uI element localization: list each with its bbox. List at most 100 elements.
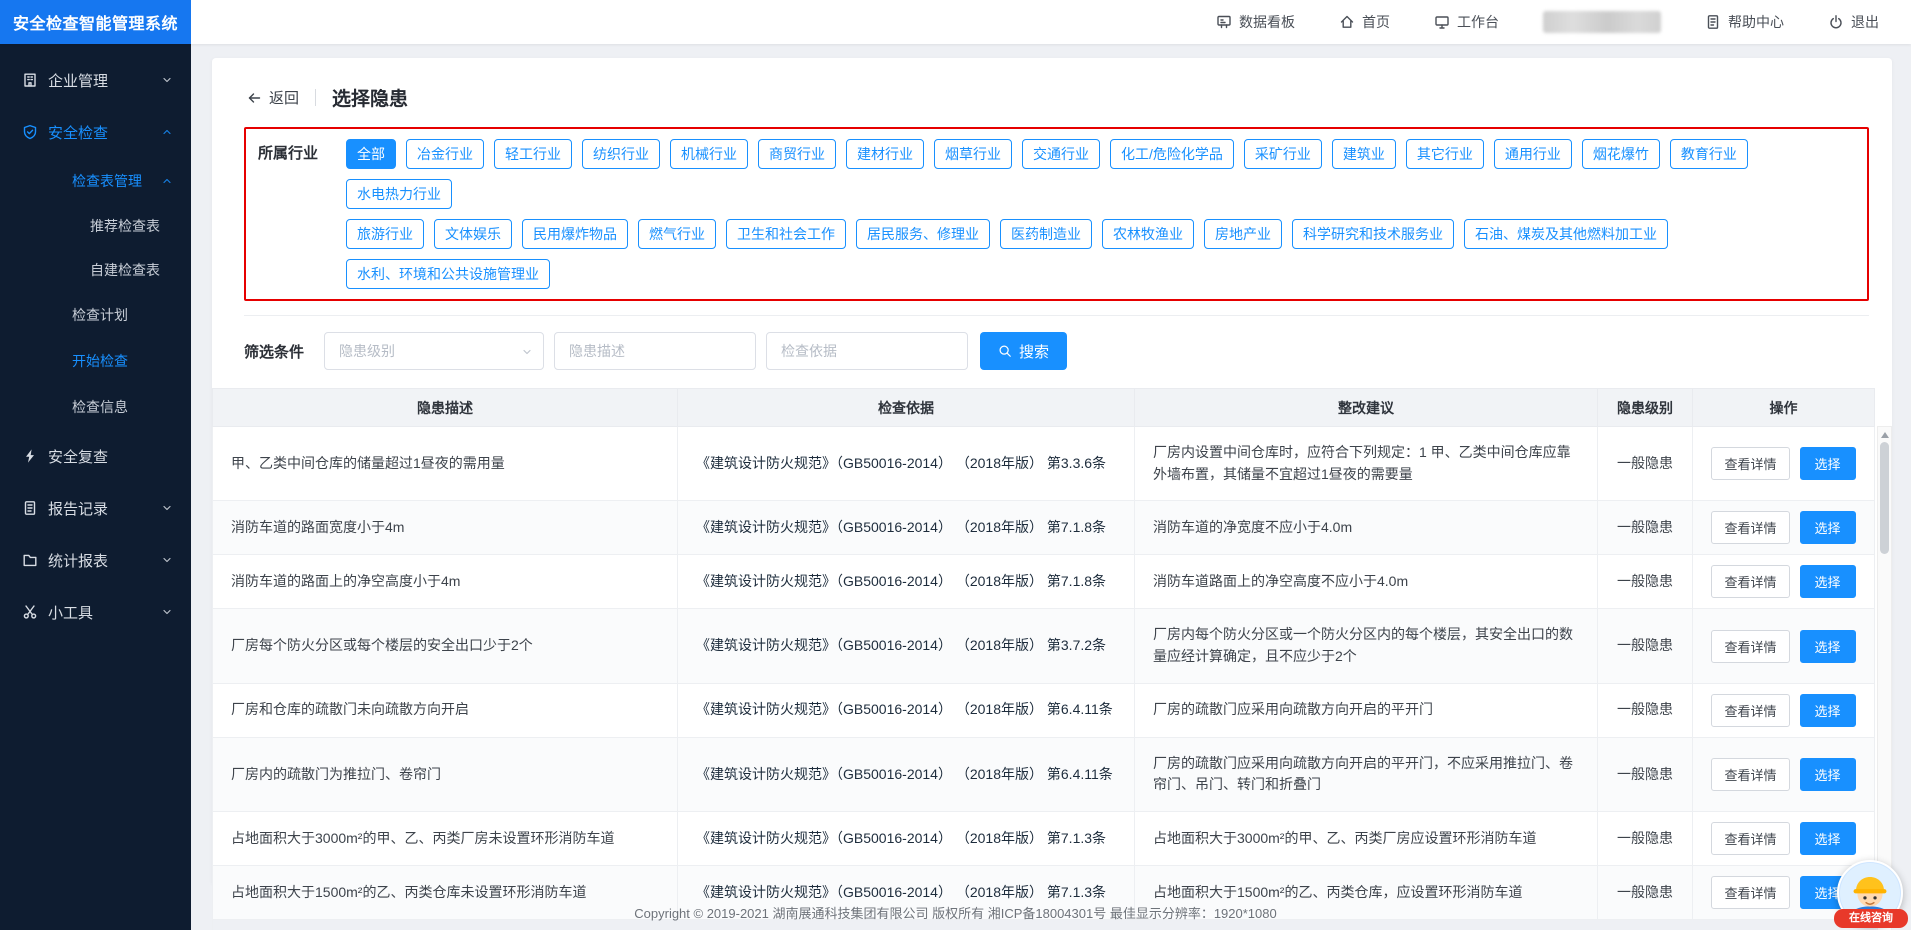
nav-workbench[interactable]: 工作台 bbox=[1434, 12, 1499, 32]
hazard-table-head-row: 隐患描述检查依据整改建议隐患级别操作 bbox=[213, 389, 1875, 427]
industry-filter-button[interactable]: 房地产业 bbox=[1204, 219, 1282, 249]
industry-filter-button[interactable]: 旅游行业 bbox=[346, 219, 424, 249]
help-icon bbox=[1705, 14, 1721, 30]
sidebar-item-check-info[interactable]: 检查信息 bbox=[0, 384, 191, 430]
username-redacted bbox=[1543, 11, 1661, 33]
sidebar-item-safety-check[interactable]: 安全检查 bbox=[0, 106, 191, 158]
check-basis-cell: 《建筑设计防火规范》（GB50016-2014） （2018年版） 第6.4.1… bbox=[678, 683, 1135, 737]
actions-cell: 查看详情选择 bbox=[1693, 737, 1875, 811]
scissors-icon bbox=[22, 604, 38, 620]
nav-logout[interactable]: 退出 bbox=[1828, 12, 1879, 32]
industry-filter-button[interactable]: 其它行业 bbox=[1406, 139, 1484, 169]
check-basis-cell: 《建筑设计防火规范》（GB50016-2014） （2018年版） 第7.1.8… bbox=[678, 501, 1135, 555]
industry-filter-button[interactable]: 化工/危险化学品 bbox=[1110, 139, 1234, 169]
view-details-button[interactable]: 查看详情 bbox=[1711, 758, 1789, 791]
industry-filter-button[interactable]: 烟草行业 bbox=[934, 139, 1012, 169]
industry-filter-button[interactable]: 采矿行业 bbox=[1244, 139, 1322, 169]
suggestion-cell: 厂房内每个防火分区或一个防火分区内的每个楼层，其安全出口的数量应经计算确定，且不… bbox=[1135, 609, 1598, 683]
sidebar-item-report-record[interactable]: 报告记录 bbox=[0, 482, 191, 534]
view-details-button[interactable]: 查看详情 bbox=[1711, 511, 1789, 544]
sidebar-item-check-plan[interactable]: 检查计划 bbox=[0, 292, 191, 338]
hazard-table-area: 隐患描述检查依据整改建议隐患级别操作 甲、乙类中间仓库的储量超过1昼夜的需用量《… bbox=[212, 388, 1892, 930]
view-details-button[interactable]: 查看详情 bbox=[1711, 822, 1789, 855]
industry-filter-button[interactable]: 交通行业 bbox=[1022, 139, 1100, 169]
industry-filter-button[interactable]: 医药制造业 bbox=[1000, 219, 1092, 249]
header-divider bbox=[315, 89, 316, 106]
sidebar-item-start-check[interactable]: 开始检查 bbox=[0, 338, 191, 384]
workbench-icon bbox=[1434, 14, 1450, 30]
online-chat-widget[interactable]: 在线咨询 bbox=[1837, 860, 1905, 928]
select-button[interactable]: 选择 bbox=[1800, 630, 1856, 663]
sidebar-item-enterprise[interactable]: 企业管理 bbox=[0, 54, 191, 106]
check-basis-input[interactable] bbox=[766, 332, 968, 370]
industry-filter-button[interactable]: 石油、煤炭及其他燃料加工业 bbox=[1464, 219, 1668, 249]
industry-filter-button[interactable]: 文体娱乐 bbox=[434, 219, 512, 249]
suggestion-cell: 消防车道路面上的净空高度不应小于4.0m bbox=[1135, 555, 1598, 609]
hazard-level-select[interactable]: 隐患级别 bbox=[324, 332, 544, 370]
top-header: 安全检查智能管理系统 数据看板 首页 工作台 帮助中心 退出 bbox=[0, 0, 1911, 44]
sidebar-item-tools[interactable]: 小工具 bbox=[0, 586, 191, 638]
industry-filter-button[interactable]: 全部 bbox=[346, 139, 396, 169]
industry-filter-button[interactable]: 科学研究和技术服务业 bbox=[1292, 219, 1454, 249]
actions-cell: 查看详情选择 bbox=[1693, 427, 1875, 501]
industry-label: 所属行业 bbox=[258, 139, 346, 169]
industry-filter-button[interactable]: 燃气行业 bbox=[638, 219, 716, 249]
industry-filter-button[interactable]: 通用行业 bbox=[1494, 139, 1572, 169]
search-button[interactable]: 搜索 bbox=[980, 332, 1067, 370]
hazard-desc-cell: 占地面积大于3000m²的甲、乙、丙类厂房未设置环形消防车道 bbox=[213, 812, 678, 866]
folder-icon bbox=[22, 552, 38, 568]
industry-filter-button[interactable]: 建筑业 bbox=[1332, 139, 1396, 169]
table-scrollbar[interactable] bbox=[1877, 426, 1892, 930]
select-button[interactable]: 选择 bbox=[1800, 822, 1856, 855]
view-details-button[interactable]: 查看详情 bbox=[1711, 694, 1789, 727]
column-header: 隐患描述 bbox=[213, 389, 678, 427]
scroll-up-arrow-icon[interactable] bbox=[1881, 432, 1889, 438]
nav-help-center[interactable]: 帮助中心 bbox=[1705, 12, 1784, 32]
industry-filter-button[interactable]: 商贸行业 bbox=[758, 139, 836, 169]
sidebar-item-label: 推荐检查表 bbox=[90, 216, 160, 236]
industry-filter-button[interactable]: 冶金行业 bbox=[406, 139, 484, 169]
industry-filter-button[interactable]: 农林牧渔业 bbox=[1102, 219, 1194, 249]
home-icon bbox=[1339, 14, 1355, 30]
nav-label: 退出 bbox=[1851, 12, 1879, 32]
nav-data-dashboard[interactable]: 数据看板 bbox=[1216, 12, 1295, 32]
actions-cell: 查看详情选择 bbox=[1693, 555, 1875, 609]
sidebar-item-stats-report[interactable]: 统计报表 bbox=[0, 534, 191, 586]
view-details-button[interactable]: 查看详情 bbox=[1711, 565, 1789, 598]
industry-filter-button[interactable]: 居民服务、修理业 bbox=[856, 219, 990, 249]
chevron-down-icon bbox=[161, 74, 173, 86]
app-root: 安全检查智能管理系统 数据看板 首页 工作台 帮助中心 退出 bbox=[0, 0, 1911, 930]
industry-filter-button[interactable]: 轻工行业 bbox=[494, 139, 572, 169]
select-button[interactable]: 选择 bbox=[1800, 694, 1856, 727]
industry-filter-button[interactable]: 机械行业 bbox=[670, 139, 748, 169]
industry-filter-button[interactable]: 卫生和社会工作 bbox=[726, 219, 846, 249]
sidebar-item-self-checklist[interactable]: 自建检查表 bbox=[0, 248, 191, 292]
scrollbar-thumb[interactable] bbox=[1880, 442, 1889, 554]
hazard-desc-input[interactable] bbox=[554, 332, 756, 370]
select-button[interactable]: 选择 bbox=[1800, 511, 1856, 544]
back-button[interactable]: 返回 bbox=[246, 87, 299, 108]
select-button[interactable]: 选择 bbox=[1800, 758, 1856, 791]
power-icon bbox=[1828, 14, 1844, 30]
nav-home[interactable]: 首页 bbox=[1339, 12, 1390, 32]
shield-icon bbox=[22, 124, 38, 140]
sidebar-item-recommended-checklist[interactable]: 推荐检查表 bbox=[0, 204, 191, 248]
column-header: 操作 bbox=[1693, 389, 1875, 427]
industry-filter-button[interactable]: 纺织行业 bbox=[582, 139, 660, 169]
arrow-left-icon bbox=[246, 90, 262, 106]
view-details-button[interactable]: 查看详情 bbox=[1711, 630, 1789, 663]
sidebar-item-safety-recheck[interactable]: 安全复查 bbox=[0, 430, 191, 482]
select-button[interactable]: 选择 bbox=[1800, 447, 1856, 480]
industry-filter-button[interactable]: 民用爆炸物品 bbox=[522, 219, 628, 249]
industry-filter-button[interactable]: 建材行业 bbox=[846, 139, 924, 169]
select-button[interactable]: 选择 bbox=[1800, 565, 1856, 598]
industry-row: 所属行业 全部冶金行业轻工行业纺织行业机械行业商贸行业建材行业烟草行业交通行业化… bbox=[258, 139, 1855, 209]
industry-filter-button[interactable]: 水利、环境和公共设施管理业 bbox=[346, 259, 550, 289]
hazard-table-body: 甲、乙类中间仓库的储量超过1昼夜的需用量《建筑设计防火规范》（GB50016-2… bbox=[213, 427, 1875, 920]
industry-filter-button[interactable]: 教育行业 bbox=[1670, 139, 1748, 169]
suggestion-cell: 厂房内设置中间仓库时，应符合下列规定：1 甲、乙类中间仓库应靠外墙布置，其储量不… bbox=[1135, 427, 1598, 501]
sidebar-item-checklist-mgmt[interactable]: 检查表管理 bbox=[0, 158, 191, 204]
industry-filter-button[interactable]: 烟花爆竹 bbox=[1582, 139, 1660, 169]
industry-filter-button[interactable]: 水电热力行业 bbox=[346, 179, 452, 209]
view-details-button[interactable]: 查看详情 bbox=[1711, 447, 1789, 480]
